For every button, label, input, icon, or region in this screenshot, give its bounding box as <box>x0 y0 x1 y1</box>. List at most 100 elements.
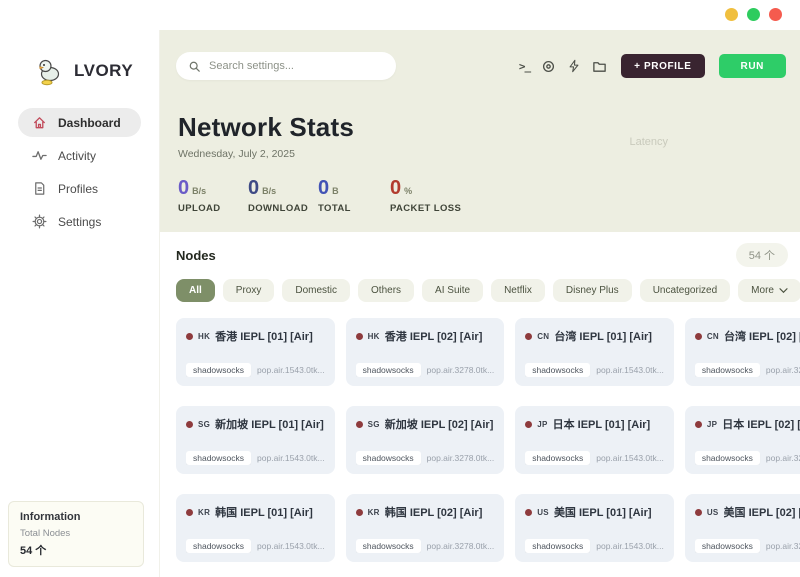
node-host: pop.air.3278.0tk... <box>427 453 495 463</box>
node-country-code: US <box>707 508 719 517</box>
document-icon <box>32 181 47 196</box>
activity-icon <box>32 148 47 163</box>
node-host: pop.air.1543.0tk... <box>596 453 664 463</box>
sidebar-item-dashboard[interactable]: Dashboard <box>18 108 141 137</box>
node-card[interactable]: SG新加坡 IEPL [02] [Air] shadowsockspop.air… <box>346 406 505 474</box>
app-window: LVORY Dashboard Activity <box>0 0 800 577</box>
node-country-code: HK <box>198 332 210 341</box>
node-host: pop.air.3278.0tk... <box>766 453 800 463</box>
node-protocol-tag: shadowsocks <box>356 539 421 553</box>
run-button[interactable]: RUN <box>719 54 786 78</box>
maximize-button[interactable] <box>747 8 760 21</box>
filter-chip-more-label: More <box>751 285 774 296</box>
filter-chip-all[interactable]: All <box>176 279 215 302</box>
terminal-icon[interactable]: >_ <box>519 60 530 73</box>
node-card[interactable]: KR韩国 IEPL [02] [Air] shadowsockspop.air.… <box>346 494 505 562</box>
node-status-dot <box>356 421 363 428</box>
filter-chip-domestic[interactable]: Domestic <box>282 279 350 302</box>
total-nodes-label: Total Nodes <box>20 528 132 539</box>
node-card[interactable]: JP日本 IEPL [01] [Air] shadowsockspop.air.… <box>515 406 674 474</box>
titlebar <box>0 0 800 30</box>
node-name: 韩国 IEPL [02] [Air] <box>385 504 483 520</box>
home-icon <box>32 115 47 130</box>
sidebar-item-activity[interactable]: Activity <box>18 141 141 170</box>
node-status-dot <box>695 509 702 516</box>
filter-chip-others[interactable]: Others <box>358 279 414 302</box>
filter-chip-ai-suite[interactable]: AI Suite <box>422 279 483 302</box>
add-profile-button[interactable]: + PROFILE <box>621 54 704 78</box>
folder-icon[interactable] <box>592 59 607 74</box>
node-status-dot <box>356 509 363 516</box>
node-status-dot <box>525 509 532 516</box>
node-host: pop.air.1543.0tk... <box>596 541 664 551</box>
node-card[interactable]: US美国 IEPL [02] [Air] shadowsockspop.air.… <box>685 494 800 562</box>
window-controls <box>725 8 782 21</box>
search-input[interactable] <box>209 60 384 72</box>
node-card[interactable]: CN台湾 IEPL [02] [Air] shadowsockspop.air.… <box>685 318 800 386</box>
node-country-code: HK <box>368 332 380 341</box>
toolbar-icons: >_ <box>519 59 607 74</box>
information-card: Information Total Nodes 54 个 <box>8 501 144 567</box>
information-title: Information <box>20 511 132 523</box>
app-logo: LVORY <box>0 30 159 86</box>
node-country-code: CN <box>707 332 719 341</box>
node-name: 新加坡 IEPL [01] [Air] <box>215 416 324 432</box>
node-protocol-tag: shadowsocks <box>695 363 760 377</box>
node-card[interactable]: US美国 IEPL [01] [Air] shadowsockspop.air.… <box>515 494 674 562</box>
node-protocol-tag: shadowsocks <box>186 539 251 553</box>
filter-chip-proxy[interactable]: Proxy <box>223 279 275 302</box>
sidebar-nav: Dashboard Activity Profiles <box>0 108 159 236</box>
node-card[interactable]: CN台湾 IEPL [01] [Air] shadowsockspop.air.… <box>515 318 674 386</box>
search-icon <box>188 60 201 73</box>
sidebar-item-label: Dashboard <box>58 116 121 130</box>
node-card[interactable]: HK香港 IEPL [02] [Air] shadowsockspop.air.… <box>346 318 505 386</box>
node-card[interactable]: HK香港 IEPL [01] [Air] shadowsockspop.air.… <box>176 318 335 386</box>
node-card[interactable]: KR韩国 IEPL [01] [Air] shadowsockspop.air.… <box>176 494 335 562</box>
node-protocol-tag: shadowsocks <box>186 451 251 465</box>
filter-chip-more[interactable]: More <box>738 279 800 302</box>
network-stats-section: Latency Network Stats Wednesday, July 2,… <box>160 80 800 214</box>
node-name: 香港 IEPL [02] [Air] <box>385 328 483 344</box>
filter-chip-netflix[interactable]: Netflix <box>491 279 545 302</box>
nodes-section: Nodes 54 个 All Proxy Domestic Others AI … <box>160 232 800 577</box>
upload-label: UPLOAD <box>178 203 248 214</box>
sidebar-item-label: Profiles <box>58 182 98 196</box>
node-country-code: JP <box>537 420 547 429</box>
total-label: TOTAL <box>318 203 390 214</box>
minimize-button[interactable] <box>725 8 738 21</box>
node-name: 台湾 IEPL [01] [Air] <box>554 328 652 344</box>
node-status-dot <box>186 333 193 340</box>
sidebar-item-profiles[interactable]: Profiles <box>18 174 141 203</box>
topbar: >_ + PROFILE RUN <box>160 30 800 80</box>
node-status-dot <box>525 421 532 428</box>
stat-packet-loss: 0 % PACKET LOSS <box>390 177 461 214</box>
lightning-icon[interactable] <box>567 59 581 73</box>
download-value: 0 <box>248 177 259 200</box>
sidebar-item-label: Settings <box>58 215 101 229</box>
main-header: >_ + PROFILE RUN <box>160 30 800 232</box>
node-host: pop.air.1543.0tk... <box>257 453 325 463</box>
upload-unit: B/s <box>192 186 206 196</box>
total-value: 0 <box>318 177 329 200</box>
filter-chip-uncategorized[interactable]: Uncategorized <box>640 279 730 302</box>
node-count-badge[interactable]: 54 个 <box>736 243 788 267</box>
search-bar[interactable] <box>176 52 396 80</box>
node-country-code: SG <box>198 420 210 429</box>
node-host: pop.air.3278.0tk... <box>427 541 495 551</box>
node-card[interactable]: JP日本 IEPL [02] [Air] shadowsockspop.air.… <box>685 406 800 474</box>
filter-chip-disney-plus[interactable]: Disney Plus <box>553 279 632 302</box>
node-country-code: SG <box>368 420 380 429</box>
packet-loss-label: PACKET LOSS <box>390 203 461 214</box>
node-name: 美国 IEPL [01] [Air] <box>554 504 652 520</box>
node-protocol-tag: shadowsocks <box>695 451 760 465</box>
node-protocol-tag: shadowsocks <box>356 363 421 377</box>
sidebar-item-settings[interactable]: Settings <box>18 207 141 236</box>
node-country-code: US <box>537 508 549 517</box>
node-name: 日本 IEPL [01] [Air] <box>553 416 651 432</box>
total-unit: B <box>332 186 339 196</box>
eye-icon[interactable] <box>541 59 556 74</box>
node-card[interactable]: SG 新加坡 IEPL [01] [Air] shadowsocks pop.air… <box>176 406 335 474</box>
node-protocol-tag: shadowsocks <box>186 363 251 377</box>
close-button[interactable] <box>769 8 782 21</box>
node-host: pop.air.3278.0tk... <box>766 541 800 551</box>
